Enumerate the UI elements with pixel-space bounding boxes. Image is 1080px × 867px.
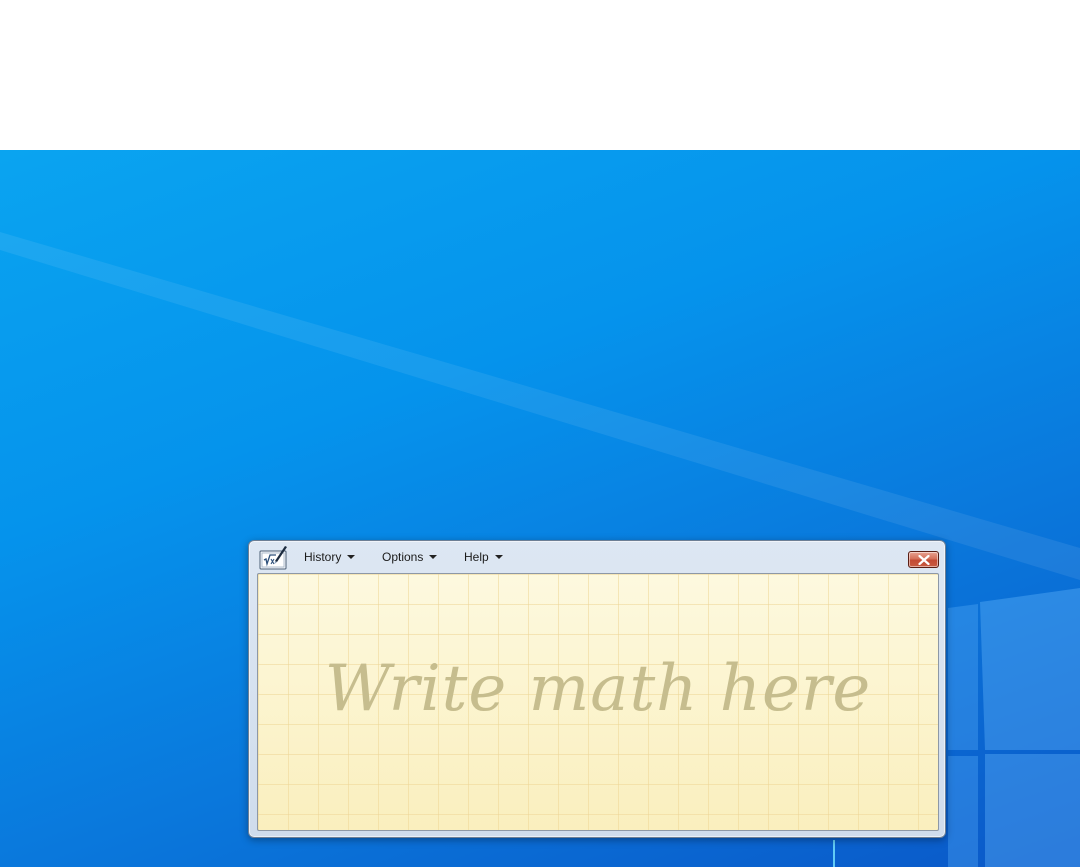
close-icon [918, 555, 930, 565]
menu-options[interactable]: Options [382, 549, 438, 565]
dropdown-arrow-icon [347, 554, 356, 559]
blank-area [0, 0, 1080, 150]
menu-history-label: History [304, 550, 342, 564]
menu-history[interactable]: History [304, 549, 356, 565]
title-bar: History Options Help [249, 541, 945, 573]
close-button[interactable] [908, 551, 939, 568]
math-writing-area[interactable]: Write math here [257, 573, 939, 831]
menu-options-label: Options [382, 550, 424, 564]
math-input-panel-icon[interactable] [259, 544, 287, 570]
dropdown-arrow-icon [494, 554, 503, 559]
menu-help[interactable]: Help [464, 549, 503, 565]
dropdown-arrow-icon [429, 554, 438, 559]
menu-help-label: Help [464, 550, 489, 564]
writing-area-hint: Write math here [324, 652, 872, 726]
math-input-panel-window: History Options Help Write math here [248, 540, 946, 838]
